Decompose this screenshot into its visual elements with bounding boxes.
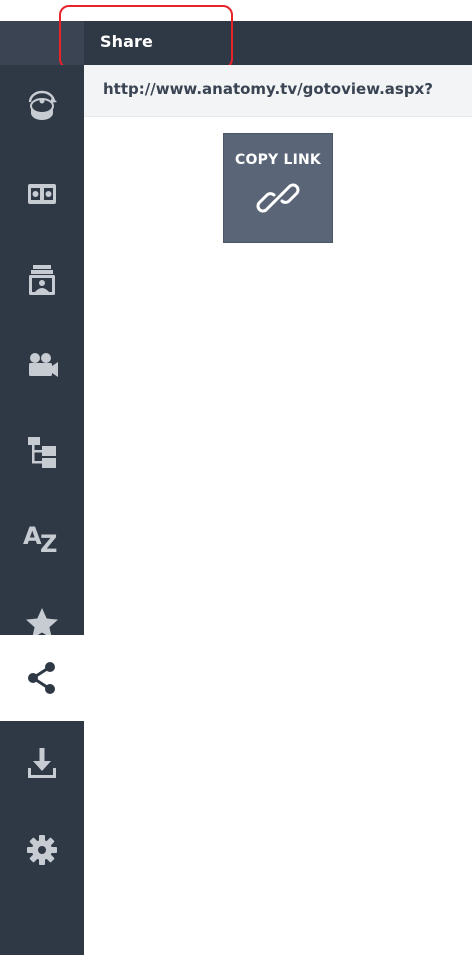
share-url-text[interactable]: http://www.anatomy.tv/gotoview.aspx? <box>103 80 433 98</box>
download-icon <box>28 748 56 778</box>
sidebar-item-rotate[interactable] <box>0 65 84 151</box>
link-icon <box>256 183 300 213</box>
rotate-3d-icon <box>28 90 57 120</box>
svg-text:Z: Z <box>40 530 57 558</box>
layers-icon <box>28 184 56 204</box>
sidebar-item-download[interactable] <box>0 721 84 807</box>
sidebar-item-slides[interactable] <box>0 237 84 323</box>
sidebar-item-layers[interactable] <box>0 151 84 237</box>
gear-icon <box>27 835 57 865</box>
sidebar-item-settings[interactable] <box>0 807 84 893</box>
sidebar-item-a-z-index[interactable]: A Z <box>0 495 84 581</box>
video-camera-icon <box>29 353 58 377</box>
panel-header <box>0 21 472 65</box>
copy-link-label: COPY LINK <box>235 152 321 168</box>
app-window: Share A Z http://www.anatomy.tv/gotoview… <box>0 0 472 955</box>
sidebar: A Z <box>0 65 84 955</box>
sidebar-item-hierarchy[interactable] <box>0 409 84 495</box>
hierarchy-tree-icon <box>28 437 56 468</box>
sidebar-item-video[interactable] <box>0 323 84 409</box>
slides-icon <box>29 265 55 295</box>
sidebar-item-share[interactable] <box>0 635 84 721</box>
header-corner <box>0 21 84 65</box>
share-icon <box>28 662 55 694</box>
panel-title: Share <box>100 32 153 51</box>
copy-link-button[interactable]: COPY LINK <box>223 133 333 243</box>
a-z-index-icon: A Z <box>23 522 57 558</box>
